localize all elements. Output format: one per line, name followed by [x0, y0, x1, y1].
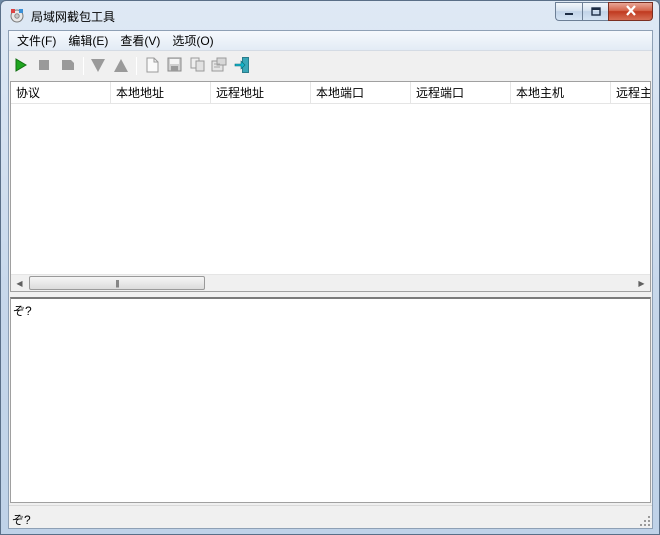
chevron-left-icon: ◀: [16, 278, 23, 288]
horizontal-scrollbar[interactable]: ◀ ||| ▶: [11, 274, 650, 291]
column-header-local-port[interactable]: 本地端口: [311, 82, 411, 104]
window-title: 局域网截包工具: [31, 10, 116, 24]
column-header-remote-host[interactable]: 远程主: [611, 82, 650, 104]
grip-icon: |||: [115, 278, 119, 288]
chevron-right-icon: ▶: [638, 278, 645, 288]
triangle-down-icon: [90, 57, 106, 76]
toolbar-separator: [83, 57, 84, 75]
properties-icon: [211, 57, 227, 75]
scroll-up-button[interactable]: [111, 56, 131, 76]
stop-icon: [38, 59, 50, 74]
network-capture-icon: [9, 7, 25, 23]
status-bar: ぞ?: [9, 505, 652, 528]
column-header-remote-port[interactable]: 远程端口: [411, 82, 511, 104]
triangle-up-icon: [113, 57, 129, 76]
scroll-down-button[interactable]: [88, 56, 108, 76]
save-button[interactable]: [164, 56, 184, 76]
close-button[interactable]: [608, 2, 653, 21]
maximize-button[interactable]: [582, 2, 608, 21]
exit-button[interactable]: [233, 56, 253, 76]
column-header-local-host[interactable]: 本地主机: [511, 82, 611, 104]
column-header-protocol[interactable]: 协议: [11, 82, 111, 104]
start-capture-button[interactable]: [11, 56, 31, 76]
maximize-icon: [590, 5, 601, 19]
column-header-local-address[interactable]: 本地地址: [111, 82, 211, 104]
properties-button[interactable]: [209, 56, 229, 76]
packet-list-header: 协议 本地地址 远程地址 本地端口 远程端口 本地主机 远程主: [11, 82, 650, 104]
close-icon: [625, 4, 637, 19]
save-icon: [167, 57, 182, 75]
app-window: 局域网截包工具 文件(F) 编辑(E) 查看(V) 选项(O) 协议 本地地址 …: [0, 0, 660, 535]
copy-icon: [190, 57, 205, 75]
status-text: ぞ?: [12, 513, 31, 527]
menu-view[interactable]: 查看(V): [114, 32, 166, 50]
resize-grip-icon[interactable]: [639, 515, 651, 527]
title-bar[interactable]: 局域网截包工具: [1, 1, 659, 29]
toolbar-separator: [136, 57, 137, 75]
minimize-button[interactable]: [555, 2, 582, 21]
toolbar: [9, 52, 652, 79]
menu-options[interactable]: 选项(O): [166, 32, 219, 50]
exit-icon: [234, 56, 252, 77]
scrollbar-thumb[interactable]: |||: [29, 276, 205, 290]
pause-icon: [61, 59, 75, 74]
column-header-remote-address[interactable]: 远程地址: [211, 82, 311, 104]
scroll-right-button[interactable]: ▶: [633, 275, 650, 291]
menu-file[interactable]: 文件(F): [11, 32, 62, 50]
play-icon: [15, 57, 27, 75]
pause-capture-button[interactable]: [58, 56, 78, 76]
minimize-icon: [564, 5, 574, 19]
packet-detail-panel[interactable]: ぞ?: [10, 297, 651, 503]
client-area: 文件(F) 编辑(E) 查看(V) 选项(O) 协议 本地地址 远程地址 本地端…: [8, 30, 653, 529]
menu-edit[interactable]: 编辑(E): [62, 32, 114, 50]
copy-button[interactable]: [187, 56, 207, 76]
detail-text: ぞ?: [13, 304, 32, 318]
new-document-icon: [146, 57, 159, 76]
stop-capture-button[interactable]: [34, 56, 54, 76]
scroll-left-button[interactable]: ◀: [11, 275, 28, 291]
packet-list[interactable]: 协议 本地地址 远程地址 本地端口 远程端口 本地主机 远程主 ◀ ||| ▶: [10, 81, 651, 292]
menu-bar: 文件(F) 编辑(E) 查看(V) 选项(O): [9, 31, 652, 51]
new-button[interactable]: [142, 56, 162, 76]
